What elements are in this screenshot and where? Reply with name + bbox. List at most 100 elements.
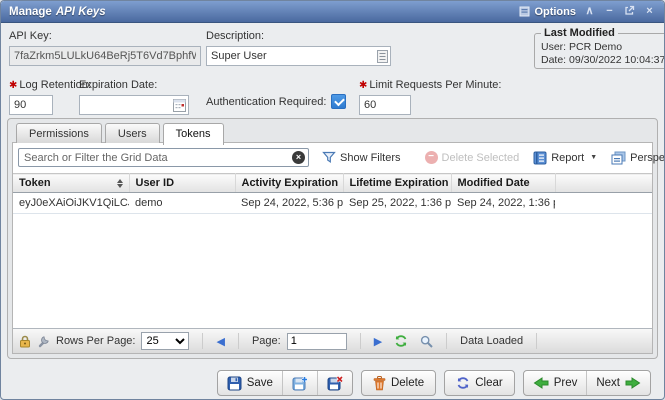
window-title-emphasis: API Keys [56, 6, 106, 18]
perspectives-icon [611, 151, 626, 165]
last-modified-panel: Last Modified User: PCR Demo Date: 09/30… [534, 27, 665, 69]
rows-per-page-label: Rows Per Page: [56, 335, 135, 347]
close-icon[interactable]: × [643, 6, 656, 17]
clear-label: Clear [475, 377, 502, 389]
calendar-icon[interactable] [173, 99, 186, 112]
prev-arrow-icon [533, 377, 549, 389]
expiration-date-fieldwrap [79, 95, 189, 115]
column-header-token[interactable]: Token [13, 174, 129, 193]
expiration-date-label: Expiration Date: [79, 79, 157, 91]
last-modified-legend: Last Modified [541, 27, 618, 39]
wrench-icon[interactable] [37, 335, 50, 348]
table-cell: demo [129, 193, 235, 214]
tab-panel: Permissions Users Tokens × Show Filters [7, 118, 658, 359]
manage-api-keys-window: ManageAPI Keys Options ∧ − × API Key: De… [0, 0, 665, 400]
title-bar: ManageAPI Keys Options ∧ − × [1, 1, 664, 23]
column-header-activity-expiration[interactable]: Activity Expiration [235, 174, 343, 193]
table-body: eyJ0eXAiOiJKV1QiLCJ...demoSep 24, 2022, … [13, 193, 652, 214]
trash-icon [373, 376, 386, 391]
save-close-button[interactable] [317, 371, 352, 395]
tokens-grid-area: × Show Filters − Delete Selected [12, 142, 653, 354]
table-cell: eyJ0eXAiOiJKV1QiLCJ... [13, 193, 129, 214]
save-label: Save [247, 377, 273, 389]
grid-toolbar: × Show Filters − Delete Selected [18, 146, 647, 169]
report-icon [533, 151, 547, 165]
expand-textarea-icon[interactable] [377, 50, 388, 63]
delete-selected-label: Delete Selected [442, 152, 520, 164]
tokens-table: Token User ID Activity Expiration Lifeti… [13, 173, 652, 214]
api-key-field[interactable] [9, 46, 201, 66]
grid-footer: Rows Per Page: 25 ◀ Page: ▶ Data Loaded [13, 328, 652, 353]
clear-refresh-icon [456, 376, 470, 390]
tab-strip: Permissions Users Tokens [16, 123, 224, 143]
required-marker: ✱ [359, 80, 367, 91]
action-bar: Save Delete Clear [217, 370, 651, 396]
tab-users[interactable]: Users [105, 123, 160, 143]
refresh-icon[interactable] [394, 334, 408, 348]
perspectives-button[interactable]: Perspectives ▼ [611, 151, 665, 165]
save-close-floppy-icon [327, 376, 343, 391]
rows-per-page-select[interactable]: 25 [141, 332, 189, 350]
options-button[interactable]: Options [519, 6, 576, 18]
table-cell: Sep 25, 2022, 1:36 pm [343, 193, 451, 214]
magnifier-icon[interactable] [420, 335, 433, 348]
options-label: Options [534, 6, 576, 18]
footer-divider [360, 333, 361, 349]
column-header-spacer [555, 174, 652, 193]
grid-search-input[interactable] [18, 148, 309, 167]
table-cell: Sep 24, 2022, 5:36 pm [235, 193, 343, 214]
sort-icon [117, 179, 123, 188]
perspectives-label: Perspectives [630, 152, 665, 164]
tab-tokens[interactable]: Tokens [163, 123, 224, 145]
limit-requests-field[interactable] [359, 95, 411, 115]
description-field[interactable] [207, 48, 377, 64]
expiration-date-field[interactable] [80, 97, 173, 113]
next-label: Next [596, 377, 620, 389]
grid-search: × [18, 148, 308, 167]
chevron-down-icon: ▼ [590, 154, 597, 161]
next-arrow-icon [625, 377, 641, 389]
minimize-icon[interactable]: − [603, 6, 616, 17]
minus-circle-icon: − [425, 151, 438, 164]
save-button[interactable]: Save [218, 371, 282, 395]
table-row[interactable]: eyJ0eXAiOiJKV1QiLCJ...demoSep 24, 2022, … [13, 193, 652, 214]
popout-icon[interactable] [623, 5, 636, 19]
auth-required-checkbox[interactable] [331, 94, 346, 109]
footer-divider [238, 333, 239, 349]
next-button[interactable]: Next [586, 371, 650, 395]
api-key-label: API Key: [9, 30, 52, 42]
page-label: Page: [252, 335, 281, 347]
last-modified-date: Date: 09/30/2022 10:04:37 [541, 54, 665, 67]
lock-icon[interactable] [19, 335, 31, 348]
show-filters-button[interactable]: Show Filters [322, 151, 401, 164]
last-modified-user: User: PCR Demo [541, 41, 665, 54]
delete-button[interactable]: Delete [361, 370, 436, 396]
column-header-modified-date[interactable]: Modified Date [451, 174, 555, 193]
description-label: Description: [206, 30, 264, 42]
next-page-icon[interactable]: ▶ [374, 335, 382, 348]
column-header-user-id[interactable]: User ID [129, 174, 235, 193]
table-header-row: Token User ID Activity Expiration Lifeti… [13, 174, 652, 193]
search-clear-icon[interactable]: × [292, 151, 305, 164]
collapse-icon[interactable]: ∧ [583, 6, 596, 17]
window-title: ManageAPI Keys [9, 6, 106, 18]
log-retention-field[interactable] [9, 95, 53, 115]
footer-divider [446, 333, 447, 349]
prev-label: Prev [554, 377, 578, 389]
grid-status-text: Data Loaded [460, 335, 523, 347]
limit-requests-label: ✱Limit Requests Per Minute: [359, 79, 501, 91]
footer-divider [202, 333, 203, 349]
prev-next-group: Prev Next [523, 370, 651, 396]
table-cell [555, 193, 652, 214]
save-button-group: Save [217, 370, 353, 396]
save-new-button[interactable] [282, 371, 317, 395]
page-input[interactable] [287, 333, 347, 350]
delete-selected-button[interactable]: − Delete Selected [425, 151, 520, 164]
filter-funnel-icon [322, 151, 336, 164]
prev-button[interactable]: Prev [524, 371, 587, 395]
tab-permissions[interactable]: Permissions [16, 123, 102, 143]
report-button[interactable]: Report ▼ [533, 151, 597, 165]
prev-page-icon[interactable]: ◀ [216, 335, 224, 348]
column-header-lifetime-expiration[interactable]: Lifetime Expiration [343, 174, 451, 193]
clear-button[interactable]: Clear [444, 370, 514, 396]
